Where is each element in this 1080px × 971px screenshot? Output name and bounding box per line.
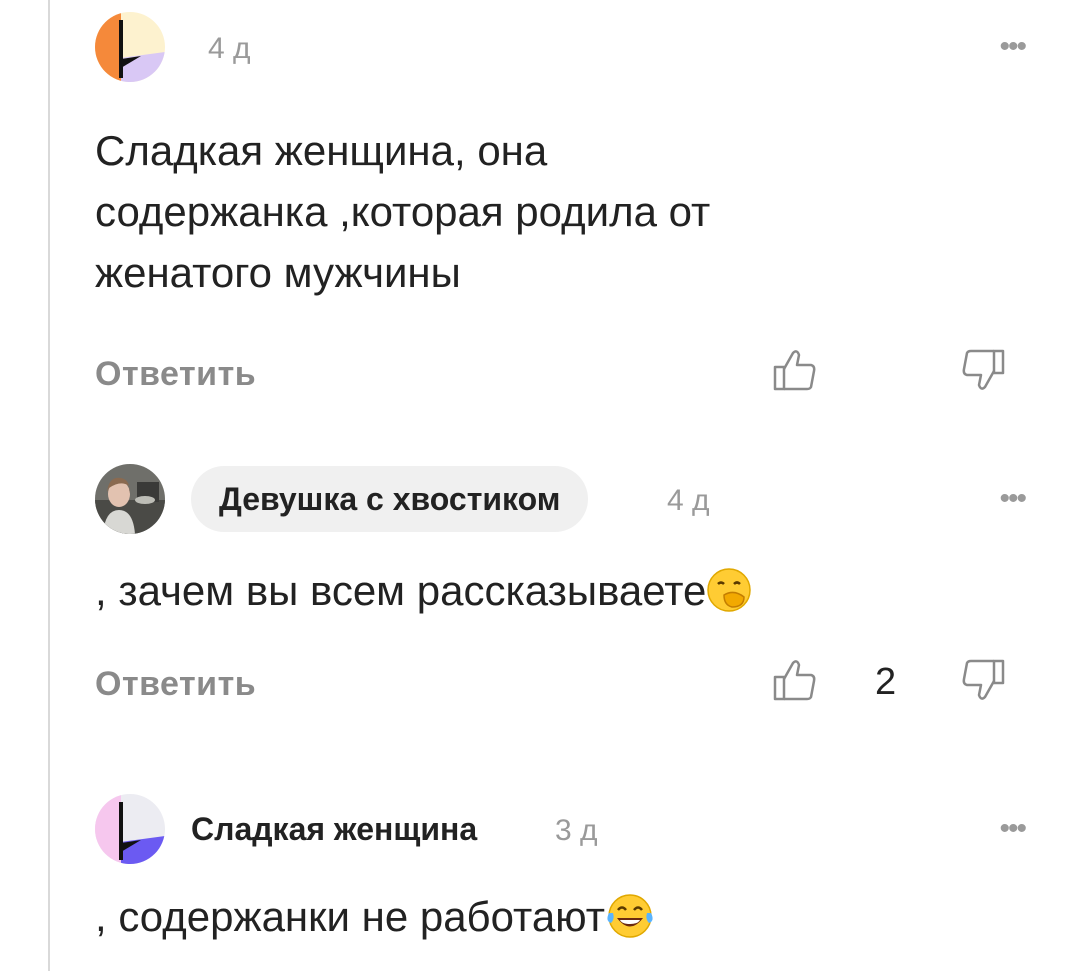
- comment-header: 4 д •••: [95, 12, 1035, 84]
- comment-2: Девушка с хвостиком 4 д ••• , зачем вы в…: [95, 464, 1035, 717]
- comment-actions: Ответить 2: [95, 657, 1035, 717]
- more-dots-icon[interactable]: •••: [999, 814, 1026, 844]
- comment-text-content: , зачем вы всем рассказываете: [95, 567, 707, 614]
- comment-actions: Ответить: [95, 347, 1035, 407]
- comment-text-content: , содержанки не работают: [95, 893, 605, 940]
- author-name[interactable]: Сладкая женщина: [191, 811, 477, 848]
- reply-button[interactable]: Ответить: [95, 355, 256, 394]
- avatar[interactable]: [95, 12, 165, 82]
- likes-count: 2: [875, 661, 897, 703]
- more-dots-icon[interactable]: •••: [999, 32, 1026, 62]
- more-dots-icon[interactable]: •••: [999, 484, 1026, 514]
- comment-text-line: содержанка ,которая родила от: [95, 188, 711, 235]
- avatar[interactable]: [95, 464, 165, 534]
- comment-text: , содержанки не работают: [95, 886, 1035, 955]
- avatar[interactable]: [95, 794, 165, 864]
- author-name[interactable]: Девушка с хвостиком: [191, 466, 589, 532]
- face-with-hand-over-mouth-icon: [706, 567, 752, 629]
- thumbs-down-icon[interactable]: [961, 657, 1005, 703]
- face-with-tears-of-joy-icon: [605, 893, 655, 955]
- comment-3: Сладкая женщина 3 д ••• , содержанки не …: [95, 794, 1035, 955]
- comment-header: Девушка с хвостиком 4 д •••: [95, 464, 1035, 536]
- comment-text: Сладкая женщина, она содержанка ,которая…: [95, 120, 1035, 303]
- thumbs-down-icon[interactable]: [961, 347, 1005, 393]
- comment-time: 4 д: [208, 32, 251, 65]
- comment-time: 3 д: [555, 814, 598, 847]
- comment-time: 4 д: [667, 484, 710, 517]
- comment-text: , зачем вы всем рассказываете: [95, 560, 1035, 629]
- thumbs-up-icon[interactable]: [773, 347, 817, 393]
- comment-text-line: женатого мужчины: [95, 249, 461, 296]
- comment-header: Сладкая женщина 3 д •••: [95, 794, 1035, 866]
- thumbs-up-icon[interactable]: [773, 657, 817, 703]
- thread-line: [48, 0, 50, 971]
- comment-text-line: Сладкая женщина, она: [95, 127, 548, 174]
- reply-button[interactable]: Ответить: [95, 665, 256, 704]
- comment-1: 4 д ••• Сладкая женщина, она содержанка …: [95, 12, 1035, 407]
